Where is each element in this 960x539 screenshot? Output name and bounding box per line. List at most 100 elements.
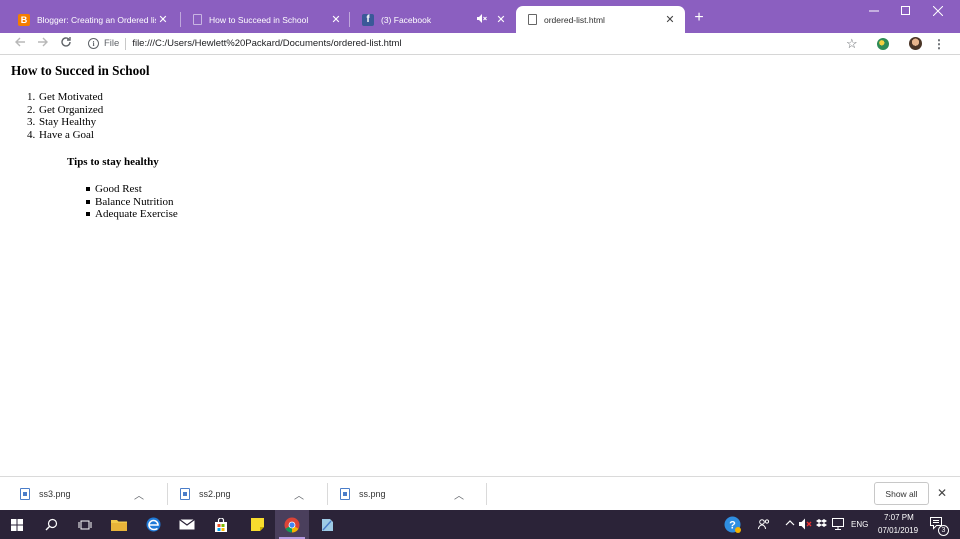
download-shelf: ss3.png ︿ ss2.png ︿ ss.png ︿ Show all ✕ [0, 476, 960, 510]
image-file-icon [340, 488, 350, 500]
close-tab-icon[interactable]: ✕ [494, 13, 508, 27]
network-icon[interactable] [832, 518, 844, 534]
reload-button[interactable] [57, 35, 75, 53]
list-item-text: Stay Healthy [39, 116, 97, 129]
tab-title: ordered-list.html [544, 14, 605, 25]
list-item: 2. Get Organized [27, 103, 104, 117]
facebook-icon: f [362, 13, 374, 26]
list-item: Adequate Exercise [86, 208, 178, 221]
list-item: 1. Get Motivated [27, 91, 103, 104]
back-button[interactable] [11, 35, 29, 53]
list-number: 3. [27, 116, 36, 129]
download-filename: ss3.png [39, 489, 71, 499]
forward-button[interactable] [34, 35, 52, 53]
extension-icon[interactable] [877, 38, 889, 50]
omnibox-divider [125, 37, 127, 50]
tab-title: (3) Facebook [381, 14, 432, 25]
search-icon[interactable] [34, 510, 68, 539]
speaker-mute-icon[interactable] [476, 14, 488, 25]
list-item: Good Rest [86, 183, 178, 196]
windows-start-icon[interactable] [0, 510, 34, 539]
page-content: How to Succed in School 1. Get Motivated … [0, 56, 960, 476]
dropbox-icon[interactable] [816, 518, 827, 533]
list-item: 4. Have a Goal [27, 128, 103, 142]
document-icon [193, 14, 202, 25]
mail-icon[interactable] [170, 510, 204, 539]
download-item[interactable]: ss2.png ︿ [180, 477, 320, 511]
download-item[interactable]: ss.png ︿ [340, 477, 480, 511]
list-number: 4. [27, 128, 36, 141]
info-icon[interactable]: i [88, 38, 99, 49]
input-language[interactable]: ENG [851, 520, 868, 529]
download-item[interactable]: ss3.png ︿ [20, 477, 160, 511]
chevron-up-icon[interactable]: ︿ [294, 487, 304, 502]
new-tab-button[interactable]: + [690, 9, 708, 27]
square-bullet-icon [86, 187, 90, 191]
notification-count-badge: 3 [938, 525, 949, 536]
page-heading: How to Succed in School [11, 63, 150, 78]
document-icon [528, 14, 537, 25]
notepad-icon[interactable] [310, 510, 344, 539]
show-all-button[interactable]: Show all [874, 482, 929, 505]
download-filename: ss2.png [199, 489, 231, 499]
tab-how-to-succeed[interactable]: How to Succeed in School ✕ [181, 6, 351, 33]
close-shelf-icon[interactable]: ✕ [935, 486, 949, 500]
blogger-icon: B [18, 13, 30, 26]
square-bullet-icon [86, 212, 90, 217]
scheme-label: File [104, 38, 120, 49]
chevron-up-icon[interactable] [785, 518, 795, 532]
tab-blogger[interactable]: B Blogger: Creating an Ordered list ✕ [6, 6, 178, 33]
download-separator [167, 483, 168, 505]
task-view-icon[interactable] [68, 510, 102, 539]
download-filename: ss.png [359, 489, 386, 499]
minimize-button[interactable] [858, 0, 890, 22]
bookmark-star-icon[interactable]: ☆ [846, 35, 858, 53]
chevron-up-icon[interactable]: ︿ [454, 487, 464, 502]
list-item-text: Have a Goal [39, 128, 94, 141]
kebab-menu-icon[interactable]: ⋮ [933, 36, 945, 52]
list-item-text: Adequate Exercise [95, 208, 178, 221]
list-number: 1. [27, 91, 36, 103]
subheading: Tips to stay healthy [67, 156, 159, 168]
address-bar[interactable]: i File file:///C:/Users/Hewlett%20Packar… [82, 34, 872, 53]
list-item: Balance Nutrition [86, 195, 178, 209]
profile-avatar[interactable] [909, 37, 922, 50]
maximize-button[interactable] [890, 0, 922, 22]
chrome-icon[interactable] [275, 510, 309, 539]
browser-toolbar: i File file:///C:/Users/Hewlett%20Packar… [0, 33, 960, 55]
clock-time[interactable]: 7:07 PM [884, 513, 914, 522]
close-tab-icon[interactable]: ✕ [329, 13, 343, 27]
tips-list: Good Rest Balance Nutrition Adequate Exe… [86, 183, 178, 221]
url-text[interactable]: file:///C:/Users/Hewlett%20Packard/Docum… [132, 38, 401, 49]
windows-taskbar: ? ENG 7:07 PM 07/01/2019 3 [0, 510, 960, 539]
square-bullet-icon [86, 199, 90, 204]
close-tab-icon[interactable]: ✕ [663, 13, 677, 27]
help-icon[interactable]: ? [724, 516, 741, 537]
clock-date[interactable]: 07/01/2019 [878, 526, 918, 535]
tab-ordered-list[interactable]: ordered-list.html ✕ [516, 6, 685, 33]
list-item-text: Get Motivated [39, 91, 103, 103]
edge-browser-icon[interactable] [136, 510, 170, 539]
tab-strip: B Blogger: Creating an Ordered list ✕ Ho… [0, 0, 960, 33]
volume-muted-icon[interactable] [799, 518, 812, 534]
sticky-notes-icon[interactable] [240, 510, 274, 539]
list-item-text: Good Rest [95, 183, 142, 195]
download-separator [486, 483, 487, 505]
ordered-list: 1. Get Motivated 2. Get Organized 3. Stay H… [27, 91, 104, 142]
chevron-up-icon[interactable]: ︿ [134, 487, 144, 502]
list-number: 2. [27, 103, 36, 116]
list-item-text: Get Organized [39, 103, 104, 116]
store-icon[interactable] [204, 510, 238, 539]
close-tab-icon[interactable]: ✕ [156, 13, 170, 27]
list-item-text: Balance Nutrition [95, 195, 174, 208]
tab-title: How to Succeed in School [209, 14, 309, 25]
tab-facebook[interactable]: f (3) Facebook ✕ [350, 6, 516, 33]
download-separator [327, 483, 328, 505]
people-icon[interactable] [758, 518, 770, 534]
image-file-icon [180, 488, 190, 500]
list-item: 3. Stay Healthy [27, 116, 103, 129]
file-explorer-icon[interactable] [102, 510, 136, 539]
close-window-button[interactable] [922, 0, 954, 22]
image-file-icon [20, 488, 30, 500]
tab-title: Blogger: Creating an Ordered list [37, 14, 156, 25]
